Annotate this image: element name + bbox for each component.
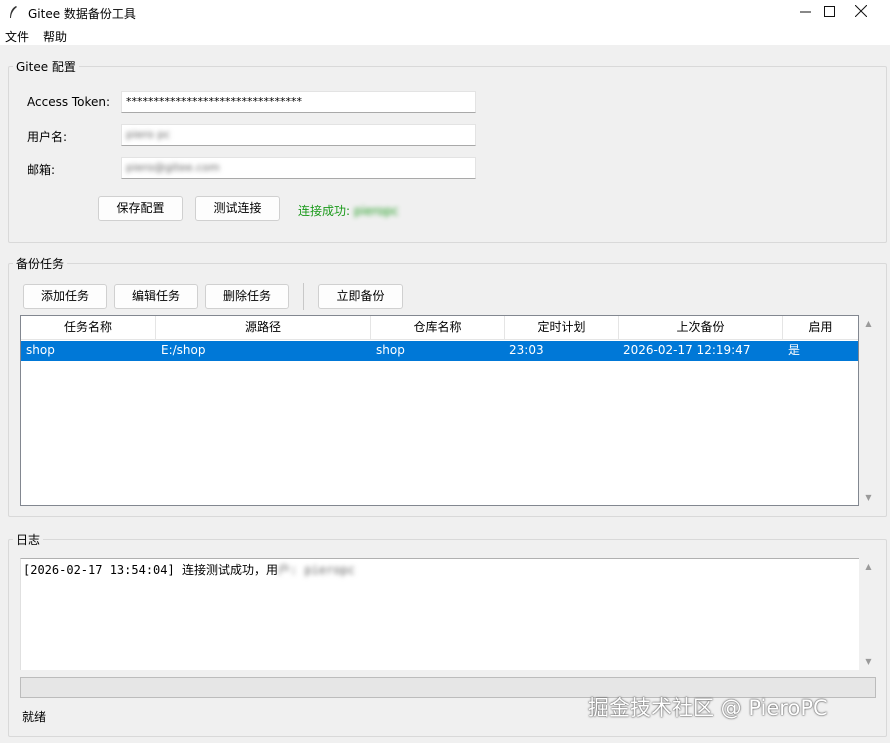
log-text-area[interactable]: [2026-02-17 13:54:04] 连接测试成功，用户: pieropc: [20, 558, 859, 670]
save-config-button[interactable]: 保存配置: [98, 196, 183, 221]
scroll-down-icon[interactable]: ▼: [860, 493, 877, 502]
email-field[interactable]: piero@gitee.com: [121, 157, 476, 179]
column-header-schedule[interactable]: 定时计划: [505, 316, 619, 340]
log-line-text: [2026-02-17 13:54:04] 连接测试成功，用: [23, 563, 278, 577]
column-header-repo[interactable]: 仓库名称: [371, 316, 505, 340]
edit-task-button[interactable]: 编辑任务: [114, 284, 198, 309]
email-value: piero@gitee.com: [126, 161, 220, 174]
table-row[interactable]: shop E:/shop shop 23:03 2026-02-17 12:19…: [21, 341, 858, 361]
status-text: 就绪: [22, 710, 47, 724]
feather-icon: [8, 5, 18, 23]
cell-name: shop: [26, 343, 55, 357]
watermark: 掘金技术社区 @ PieroPC: [588, 696, 828, 720]
menu-file[interactable]: 文件: [5, 28, 29, 45]
token-label: Access Token:: [27, 95, 111, 109]
email-label: 邮箱:: [27, 163, 56, 177]
column-header-enabled[interactable]: 启用: [783, 316, 858, 340]
log-legend: 日志: [13, 531, 44, 548]
connection-status-user: pieropc: [353, 204, 399, 218]
log-scroll-up-icon[interactable]: ▲: [860, 562, 877, 571]
backup-now-button[interactable]: 立即备份: [318, 284, 403, 309]
cell-schedule: 23:03: [509, 343, 544, 357]
log-line: [2026-02-17 13:54:04] 连接测试成功，用户: pieropc: [23, 561, 355, 578]
username-field[interactable]: piero pc: [121, 124, 476, 146]
column-header-source[interactable]: 源路径: [156, 316, 371, 340]
delete-task-button[interactable]: 删除任务: [205, 284, 289, 309]
tasks-legend: 备份任务: [13, 255, 68, 272]
add-task-button[interactable]: 添加任务: [23, 284, 107, 309]
tasks-scrollbar[interactable]: ▲ ▼: [860, 315, 877, 506]
close-icon[interactable]: [838, 0, 884, 25]
column-header-last-backup[interactable]: 上次备份: [619, 316, 783, 340]
connection-status-text: 连接成功:: [298, 204, 351, 218]
column-header-name[interactable]: 任务名称: [21, 316, 156, 340]
tasks-table[interactable]: 任务名称 源路径 仓库名称 定时计划 上次备份 启用 shop E:/shop …: [20, 315, 859, 506]
scroll-up-icon[interactable]: ▲: [860, 319, 877, 328]
cell-last-backup: 2026-02-17 12:19:47: [623, 343, 751, 357]
token-field[interactable]: ********************************: [121, 91, 476, 113]
toolbar-separator: [303, 283, 304, 310]
config-legend: Gitee 配置: [13, 58, 79, 75]
menu-help[interactable]: 帮助: [43, 28, 67, 45]
log-scrollbar[interactable]: ▲ ▼: [860, 558, 877, 670]
cell-enabled: 是: [788, 343, 801, 357]
cell-source: E:/shop: [161, 343, 206, 357]
test-connection-button[interactable]: 测试连接: [195, 196, 280, 221]
title-bar: Gitee 数据备份工具: [0, 0, 890, 25]
log-scroll-down-icon[interactable]: ▼: [860, 657, 877, 666]
username-label: 用户名:: [27, 130, 68, 144]
cell-repo: shop: [376, 343, 405, 357]
menu-bar: 文件 帮助: [0, 25, 890, 45]
connection-status: 连接成功: pieropc: [298, 202, 398, 219]
log-line-hidden: 户: pieropc: [277, 563, 355, 577]
window-title: Gitee 数据备份工具: [28, 7, 136, 21]
username-value: piero pc: [126, 128, 171, 141]
